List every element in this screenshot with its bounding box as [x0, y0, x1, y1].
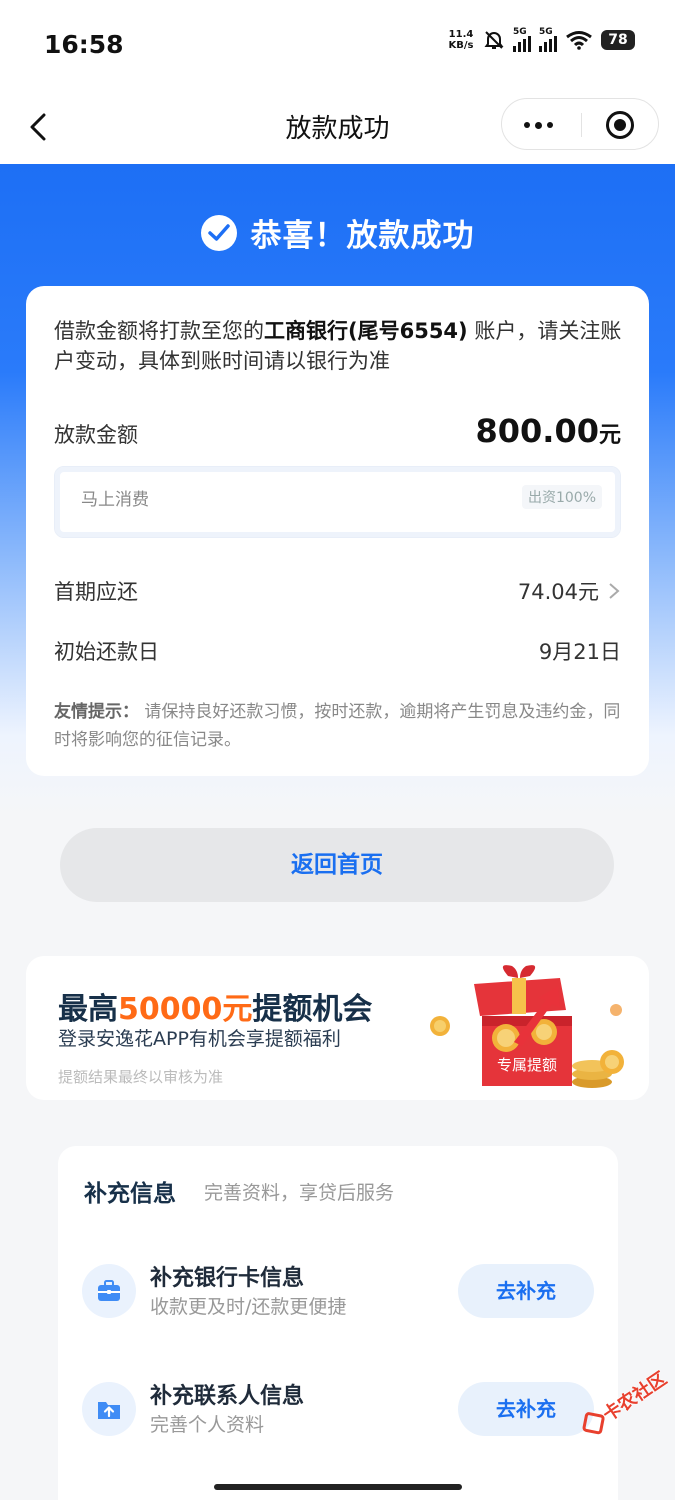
supplement-contact-button[interactable]: 去补充: [458, 1382, 594, 1436]
funder-name: 马上消费: [81, 490, 149, 510]
loan-amount-row: 放款金额 800.00元: [54, 412, 621, 450]
network-speed: 11.4 KB/s: [448, 29, 474, 51]
promo-title: 最高50000元提额机会: [58, 992, 373, 1027]
battery-indicator: 78: [601, 30, 635, 50]
mute-bell-icon: [484, 31, 504, 49]
return-home-button[interactable]: 返回首页: [60, 828, 614, 902]
supplement-info-card: 补充信息 完善资料，享贷后服务 补充银行卡信息 收款更及时/还款更便捷 去补充 …: [58, 1146, 618, 1500]
success-title: 恭喜！放款成功: [250, 218, 475, 254]
funder-box: 马上消费 出资100%: [54, 466, 621, 538]
loan-detail-card: 借款金额将打款至您的工商银行(尾号6554) 账户，请关注账户变动，具体到账时间…: [26, 286, 649, 776]
list-item-bank-card: 补充银行卡信息 收款更及时/还款更便捷 去补充: [82, 1258, 594, 1322]
payout-notice: 借款金额将打款至您的工商银行(尾号6554) 账户，请关注账户变动，具体到账时间…: [54, 319, 622, 373]
bank-account: 工商银行(尾号6554): [264, 319, 468, 343]
success-banner: 恭喜！放款成功: [0, 210, 675, 255]
supplement-bank-card-button[interactable]: 去补充: [458, 1264, 594, 1318]
check-circle-icon: [200, 214, 237, 251]
miniprogram-capsule: [501, 98, 659, 150]
supplement-subtitle: 完善资料，享贷后服务: [204, 1182, 395, 1204]
status-time: 16:58: [44, 30, 124, 59]
funder-share-badge: 出资100%: [521, 485, 602, 509]
credit-increase-banner[interactable]: 最高50000元提额机会 登录安逸花APP有机会享提额福利 提额结果最终以审核为…: [26, 956, 649, 1100]
promo-note: 提额结果最终以审核为准: [58, 1068, 224, 1086]
item-title: 补充银行卡信息: [150, 1266, 305, 1291]
watermark-mark-icon: [581, 1411, 606, 1435]
briefcase-icon: [82, 1264, 136, 1318]
supplement-title: 补充信息: [84, 1181, 176, 1207]
first-payment-row[interactable]: 首期应还 74.04元: [54, 576, 621, 606]
close-miniprogram-icon[interactable]: [606, 111, 634, 139]
wifi-icon: [566, 31, 592, 50]
item-description: 完善个人资料: [150, 1414, 265, 1436]
repay-date-label: 初始还款日: [54, 640, 159, 664]
item-title: 补充联系人信息: [150, 1384, 305, 1409]
gift-label: 专属提额: [497, 1056, 557, 1074]
signal-icon-sim1: 5G: [513, 27, 531, 52]
list-item-contact: 补充联系人信息 完善个人资料 去补充: [82, 1376, 594, 1440]
repay-date-row: 初始还款日 9月21日: [54, 636, 621, 666]
item-description: 收款更及时/还款更便捷: [150, 1296, 347, 1318]
nav-bar: 放款成功: [0, 92, 675, 164]
status-bar: 16:58 11.4 KB/s 5G 5G 78: [0, 0, 675, 92]
signal-icon-sim2: 5G: [539, 27, 557, 52]
first-payment-label: 首期应还: [54, 580, 138, 604]
home-indicator[interactable]: [214, 1484, 462, 1490]
chevron-right-icon: [609, 583, 620, 599]
more-options-icon[interactable]: [524, 121, 553, 129]
capsule-divider: [581, 113, 582, 137]
gift-box-icon: 专属提额: [430, 965, 624, 1088]
promo-subtitle: 登录安逸花APP有机会享提额福利: [58, 1028, 341, 1050]
loan-amount: 800.00元: [475, 412, 622, 450]
upload-folder-icon: [82, 1382, 136, 1436]
status-icons: 11.4 KB/s 5G 5G 78: [447, 27, 635, 52]
friendly-tip: 友情提示： 请保持良好还款习惯，按时还款，逾期将产生罚息及违约金，同时将影响您的…: [54, 702, 621, 750]
repay-date-value: 9月21日: [538, 640, 621, 664]
loan-amount-label: 放款金额: [54, 423, 138, 447]
first-payment-value: 74.04元: [517, 580, 599, 604]
